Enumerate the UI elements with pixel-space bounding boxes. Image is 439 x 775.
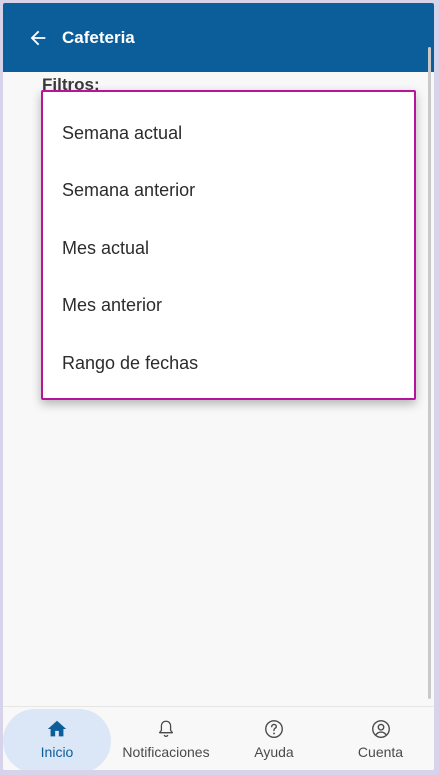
nav-item-ayuda[interactable]: Ayuda [221,707,327,770]
nav-label-inicio: Inicio [40,744,74,760]
main-content: Filtros: Semana actual Semana anterior M… [3,72,434,706]
user-circle-icon [371,720,390,738]
filter-option-mes-anterior[interactable]: Mes anterior [43,277,414,334]
filter-option-rango-de-fechas[interactable]: Rango de fechas [43,335,414,392]
nav-label-ayuda: Ayuda [254,744,294,760]
app-bar: Cafeteria [3,3,434,72]
bottom-navigation: Inicio Notificaciones Ayuda Cuenta [3,706,434,770]
nav-item-notificaciones[interactable]: Notificaciones [111,707,221,770]
nav-item-inicio[interactable]: Inicio [3,707,111,770]
help-circle-icon [265,720,283,738]
filter-option-mes-actual[interactable]: Mes actual [43,220,414,277]
arrow-left-icon [30,30,46,46]
filter-dropdown-menu: Semana actual Semana anterior Mes actual… [41,90,416,400]
scrollbar[interactable] [428,47,431,699]
page-title: Cafeteria [62,28,135,47]
home-icon [47,720,67,737]
filter-option-semana-actual[interactable]: Semana actual [43,105,414,162]
nav-label-notificaciones: Notificaciones [122,744,210,760]
nav-item-cuenta[interactable]: Cuenta [327,707,434,770]
app-frame: Cafeteria Filtros: Semana actual Semana … [3,3,434,770]
bell-icon [158,720,174,737]
nav-label-cuenta: Cuenta [357,744,404,760]
filter-option-semana-anterior[interactable]: Semana anterior [43,162,414,219]
back-button[interactable] [25,25,51,51]
